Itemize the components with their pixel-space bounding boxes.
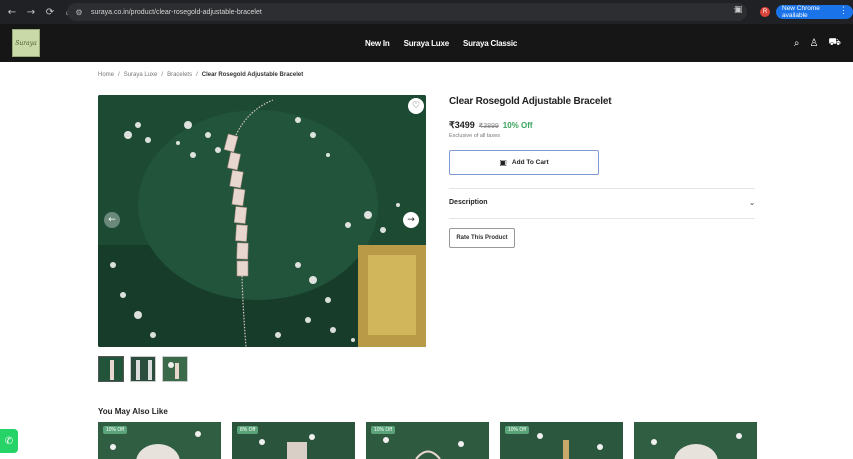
tax-note: Exclusive of all taxes	[449, 133, 501, 139]
breadcrumb-separator: /	[196, 72, 198, 78]
back-icon[interactable]: ←	[5, 5, 19, 19]
wishlist-heart-icon[interactable]: ♡	[408, 98, 424, 114]
discount-badge: 10% Off	[371, 426, 395, 434]
account-icon[interactable]: ♙	[809, 38, 818, 49]
reload-icon[interactable]: ⟳	[43, 5, 57, 19]
nav-suraya-classic[interactable]: Suraya Classic	[463, 39, 517, 48]
recommendation-card[interactable]: 8% Off	[232, 422, 355, 459]
recommendation-card[interactable]: 10% Off	[98, 422, 221, 459]
thumbnail-strip	[98, 356, 188, 382]
thumbnail-image	[131, 357, 155, 381]
search-icon[interactable]: ⌕	[794, 38, 800, 49]
recommendation-image	[634, 422, 757, 459]
rate-product-button[interactable]: Rate This Product	[449, 228, 515, 248]
profile-avatar[interactable]: R	[760, 7, 770, 17]
recommendation-card[interactable]	[634, 422, 757, 459]
thumbnail-image	[99, 357, 123, 381]
thumbnail-image	[163, 357, 187, 381]
site-logo[interactable]: Suraya	[12, 29, 40, 57]
divider	[449, 188, 755, 189]
site-header: Suraya New In Suraya Luxe Suraya Classic…	[0, 24, 853, 62]
product-main-image[interactable]	[98, 95, 426, 347]
price-row: ₹3499 ₹3899 10% Off	[449, 120, 533, 131]
bracelet-photo	[98, 95, 426, 347]
chrome-menu-icon[interactable]: ⋮	[839, 5, 848, 16]
gallery-next-arrow-icon[interactable]: →	[403, 212, 419, 228]
breadcrumb-separator: /	[118, 72, 120, 78]
breadcrumb-home[interactable]: Home	[98, 72, 114, 78]
url-text[interactable]: suraya.co.in/product/clear-rosegold-adju…	[91, 9, 262, 16]
divider	[449, 218, 755, 219]
forward-icon[interactable]: →	[24, 5, 38, 19]
chevron-down-icon[interactable]: ⌄	[749, 199, 755, 207]
nav-new-in[interactable]: New In	[365, 39, 390, 48]
add-to-cart-button[interactable]: ▣ Add To Cart	[449, 150, 599, 175]
discount-badge: 10% Off	[502, 121, 533, 130]
description-accordion[interactable]: Description ⌄	[449, 199, 755, 207]
bag-icon: ▣	[499, 158, 507, 167]
extensions-icon[interactable]: ▣	[734, 5, 743, 15]
recommendation-card[interactable]: 10% Off	[366, 422, 489, 459]
add-to-cart-label: Add To Cart	[511, 159, 549, 166]
header-icons: ⌕ ♙ ⛟	[794, 24, 841, 62]
thumbnail-3[interactable]	[162, 356, 188, 382]
breadcrumb: Home / Suraya Luxe / Bracelets / Clear R…	[98, 72, 303, 78]
nav-suraya-luxe[interactable]: Suraya Luxe	[404, 39, 450, 48]
original-price: ₹3899	[478, 123, 499, 130]
product-title: Clear Rosegold Adjustable Bracelet	[449, 96, 612, 107]
gallery-prev-arrow-icon[interactable]: ←	[104, 212, 120, 228]
browser-toolbar: ← → ⟳ ⌂ ⚙ suraya.co.in/product/clear-ros…	[0, 0, 853, 24]
site-info-icon[interactable]: ⚙	[73, 6, 85, 18]
address-bar[interactable]: ⚙ suraya.co.in/product/clear-rosegold-ad…	[67, 3, 747, 21]
whatsapp-chat-button[interactable]: ✆	[0, 429, 18, 453]
current-price: ₹3499	[449, 120, 475, 130]
thumbnail-1[interactable]	[98, 356, 124, 382]
thumbnail-2[interactable]	[130, 356, 156, 382]
recommendation-row: 10% Off 8% Off 10% Off 10% Off	[98, 422, 757, 459]
main-nav: New In Suraya Luxe Suraya Classic	[365, 24, 517, 62]
recommendation-card[interactable]: 10% Off	[500, 422, 623, 459]
cart-icon[interactable]: ⛟	[828, 37, 841, 50]
whatsapp-icon: ✆	[4, 435, 14, 447]
discount-badge: 8% Off	[237, 426, 259, 434]
breadcrumb-suraya-luxe[interactable]: Suraya Luxe	[124, 72, 158, 78]
discount-badge: 10% Off	[103, 426, 127, 434]
logo-text: Suraya	[15, 39, 37, 47]
description-label: Description	[449, 199, 488, 206]
breadcrumb-current: Clear Rosegold Adjustable Bracelet	[201, 72, 304, 78]
breadcrumb-bracelets[interactable]: Bracelets	[167, 72, 192, 78]
also-like-heading: You May Also Like	[98, 407, 168, 416]
discount-badge: 10% Off	[505, 426, 529, 434]
breadcrumb-separator: /	[161, 72, 164, 78]
